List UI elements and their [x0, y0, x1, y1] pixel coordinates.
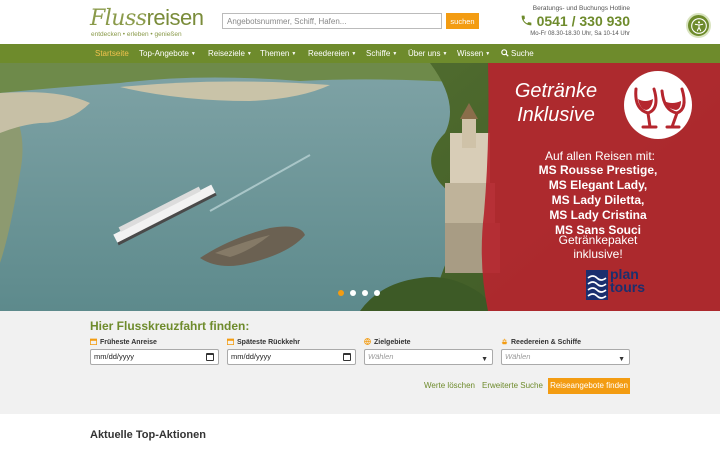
slider-dot-3[interactable] [362, 290, 368, 296]
calendar-picker-icon[interactable] [206, 353, 214, 361]
globe-icon [364, 338, 371, 345]
promo-ship-list: MS Rousse Prestige, MS Elegant Lady, MS … [538, 163, 658, 237]
caret-down-icon: ▼ [485, 51, 491, 57]
search-icon [501, 49, 509, 57]
nav-item-suche[interactable]: Suche [501, 44, 534, 63]
return-date-input[interactable]: mm/dd/yyyy [227, 349, 356, 365]
nav-item-top-angebote[interactable]: Top-Angebote ▼ [139, 44, 196, 63]
hotline-label: Beratungs- und Buchungs Hotline [532, 5, 630, 12]
search-button[interactable]: suchen [446, 13, 479, 29]
nav-item-ueber-uns[interactable]: Über uns ▼ [408, 44, 447, 63]
calendar-picker-icon[interactable] [343, 353, 351, 361]
destinations-label: Zielgebiete [364, 338, 411, 346]
search-panel-title: Hier Flusskreuzfahrt finden: [90, 319, 250, 333]
caret-down-icon: ▼ [442, 51, 448, 57]
caret-down-icon: ▼ [190, 51, 196, 57]
accessibility-button[interactable] [686, 13, 711, 38]
plantours-logo: plan tours [586, 267, 678, 302]
hero-slider[interactable]: Getränke Inklusive Auf allen Reisen mit: … [0, 63, 720, 311]
arrival-label: Früheste Anreise [90, 338, 157, 346]
calendar-icon [90, 338, 97, 345]
chevron-down-icon: ▼ [618, 356, 625, 363]
promo-title: Getränke Inklusive [514, 80, 598, 126]
nav-item-themen[interactable]: Themen ▼ [260, 44, 296, 63]
nav-item-startseite[interactable]: Startseite [95, 44, 129, 63]
search-input[interactable] [222, 13, 442, 29]
phone-icon [521, 15, 531, 26]
operators-label: Reedereien & Schiffe [501, 338, 581, 346]
destinations-select[interactable]: Wählen ▼ [364, 349, 493, 365]
nav-item-wissen[interactable]: Wissen ▼ [457, 44, 490, 63]
hotline-phone[interactable]: 0541 / 330 930 [516, 13, 630, 29]
caret-down-icon: ▼ [351, 51, 357, 57]
slider-dot-4[interactable] [374, 290, 380, 296]
promo-package: Getränkepaket inklusive! [558, 233, 638, 261]
slider-dot-2[interactable] [350, 290, 356, 296]
hotline-hours: Mo-Fr 08.30-18.30 Uhr, Sa 10-14 Uhr [530, 31, 630, 37]
logo-wordmark: Flussreisen [90, 5, 204, 31]
advanced-search-link[interactable]: Erweiterte Suche [482, 381, 543, 390]
calendar-icon [227, 338, 234, 345]
return-label: Späteste Rückkehr [227, 338, 300, 346]
accessibility-icon [690, 17, 707, 34]
logo-tagline: entdecken • erleben • genießen [91, 31, 182, 38]
caret-down-icon: ▼ [392, 51, 398, 57]
clear-values-link[interactable]: Werte löschen [424, 381, 475, 390]
site-logo[interactable]: Flussreisen entdecken • erleben • genieß… [90, 5, 204, 40]
section-title-top-deals: Aktuelle Top-Aktionen [90, 429, 206, 441]
caret-down-icon: ▼ [291, 51, 297, 57]
find-trips-button[interactable]: Reiseangebote finden [548, 378, 630, 394]
nav-item-reedereien[interactable]: Reedereien ▼ [308, 44, 356, 63]
nav-item-reiseziele[interactable]: Reiseziele ▼ [208, 44, 252, 63]
ship-icon [501, 338, 508, 345]
site-header: Flussreisen entdecken • erleben • genieß… [0, 0, 720, 44]
operators-select[interactable]: Wählen ▼ [501, 349, 630, 365]
promo-subtitle: Auf allen Reisen mit: [544, 149, 656, 163]
wave-logo-icon [586, 270, 608, 300]
arrival-date-input[interactable]: mm/dd/yyyy [90, 349, 219, 365]
cruise-search-panel: Hier Flusskreuzfahrt finden: Früheste An… [0, 311, 720, 414]
nav-item-schiffe[interactable]: Schiffe ▼ [366, 44, 397, 63]
main-nav: Startseite Top-Angebote ▼ Reiseziele ▼ The… [0, 44, 720, 63]
slider-dot-1[interactable] [338, 290, 344, 296]
caret-down-icon: ▼ [246, 51, 252, 57]
chevron-down-icon: ▼ [481, 356, 488, 363]
